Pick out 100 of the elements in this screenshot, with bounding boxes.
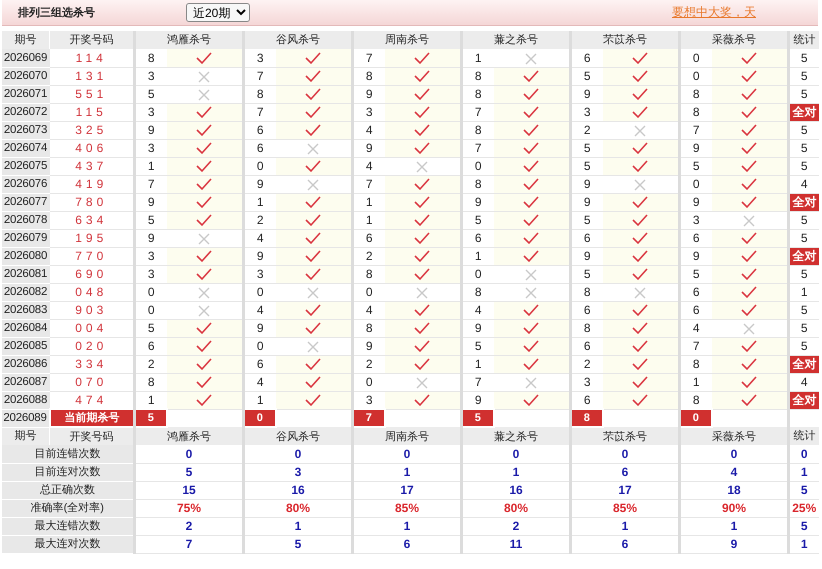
stat-value: 5: [788, 517, 818, 535]
row-label: 最大连错次数: [2, 517, 134, 535]
stat-cell: 4: [788, 373, 818, 391]
period-cell: 2026075: [2, 157, 50, 175]
stat-value: 25%: [788, 499, 818, 517]
stat-cell: 5: [788, 301, 818, 319]
draw-number-cell: 690: [50, 265, 134, 283]
stat-cell: 5: [788, 229, 818, 247]
stat-cell: 5: [788, 157, 818, 175]
page-title: 排列三组选杀号: [18, 6, 96, 20]
stat-value: 5: [134, 463, 244, 481]
period-cell: 2026087: [2, 373, 50, 391]
period-cell: 2026083: [2, 301, 50, 319]
row-label: 目前连对次数: [2, 463, 134, 481]
stat-value: 0: [134, 445, 244, 463]
stat-value: 1: [680, 517, 788, 535]
stat-value: 80%: [244, 499, 352, 517]
period-cell: 2026086: [2, 355, 50, 373]
current-kill-number: 0: [680, 409, 712, 427]
period-cell: 2026082: [2, 283, 50, 301]
stat-value: 1: [244, 517, 352, 535]
period-cell: 2026089: [2, 409, 50, 427]
row-label: 目前连错次数: [2, 445, 134, 463]
column-header: 周南杀号: [352, 31, 462, 49]
stat-value: 5: [788, 481, 818, 499]
draw-number-cell: 419: [50, 175, 134, 193]
period-cell: 2026085: [2, 337, 50, 355]
stat-value: 16: [462, 481, 570, 499]
current-kill-number: 0: [244, 409, 276, 427]
current-kill-number: 5: [462, 409, 494, 427]
row-label: 准确率(全对率): [2, 499, 134, 517]
draw-number-cell: 551: [50, 85, 134, 103]
stat-value: 17: [570, 481, 680, 499]
column-header: 统计: [788, 427, 818, 445]
period-cell: 2026084: [2, 319, 50, 337]
period-cell: 2026078: [2, 211, 50, 229]
draw-number-cell: 070: [50, 373, 134, 391]
period-cell: 2026071: [2, 85, 50, 103]
stat-value: 85%: [352, 499, 462, 517]
period-cell: 2026080: [2, 247, 50, 265]
stat-value: 18: [680, 481, 788, 499]
draw-number-cell: 770: [50, 247, 134, 265]
draw-number-cell: 334: [50, 355, 134, 373]
draw-number-cell: 780: [50, 193, 134, 211]
column-header: 开奖号码: [50, 427, 134, 445]
stat-value: 0: [462, 445, 570, 463]
period-cell: 2026076: [2, 175, 50, 193]
stat-value: 1: [352, 463, 462, 481]
column-header: 期号: [2, 31, 50, 49]
stat-value: 1: [788, 535, 818, 553]
period-cell: 2026079: [2, 229, 50, 247]
stat-value: 1: [462, 463, 570, 481]
stat-cell: 5: [788, 319, 818, 337]
column-header: 开奖号码: [50, 31, 134, 49]
stat-value: 0: [570, 445, 680, 463]
column-header: 蒹之杀号: [462, 31, 570, 49]
stat-value: 9: [680, 535, 788, 553]
stat-value: 7: [134, 535, 244, 553]
period-cell: 2026073: [2, 121, 50, 139]
draw-number-cell: 195: [50, 229, 134, 247]
draw-number-cell: 114: [50, 49, 134, 67]
stat-value: 0: [244, 445, 352, 463]
row-label: 最大连对次数: [2, 535, 134, 553]
stat-cell: 5: [788, 49, 818, 67]
period-cell: 2026077: [2, 193, 50, 211]
draw-number-cell: 131: [50, 67, 134, 85]
current-kill-label: 当前期杀号: [50, 409, 134, 427]
draw-number-cell: 903: [50, 301, 134, 319]
stat-value: 75%: [134, 499, 244, 517]
stat-value: 0: [680, 445, 788, 463]
all-correct-badge: 全对: [788, 193, 818, 211]
column-header: 采薇杀号: [680, 31, 788, 49]
stat-value: 0: [352, 445, 462, 463]
stat-cell: 4: [788, 175, 818, 193]
stat-value: 6: [570, 535, 680, 553]
stat-cell: 5: [788, 121, 818, 139]
stat-cell: 5: [788, 85, 818, 103]
draw-number-cell: 406: [50, 139, 134, 157]
stat-value: 5: [244, 535, 352, 553]
period-cell: 2026070: [2, 67, 50, 85]
all-correct-badge: 全对: [788, 103, 818, 121]
stat-value: 2: [134, 517, 244, 535]
current-kill-number: 5: [134, 409, 166, 427]
period-cell: 2026081: [2, 265, 50, 283]
stat-value: 17: [352, 481, 462, 499]
column-header: 统计: [788, 31, 818, 49]
stat-cell: 5: [788, 211, 818, 229]
stat-value: 4: [680, 463, 788, 481]
stat-cell: 5: [788, 265, 818, 283]
column-header: 采薇杀号: [680, 427, 788, 445]
all-correct-badge: 全对: [788, 247, 818, 265]
stat-value: 1: [788, 463, 818, 481]
period-select[interactable]: 近20期: [186, 3, 250, 22]
stat-cell: 5: [788, 139, 818, 157]
stat-cell: 5: [788, 67, 818, 85]
stat-value: 0: [788, 445, 818, 463]
stat-value: 1: [352, 517, 462, 535]
period-cell: 2026088: [2, 391, 50, 409]
stat-value: 6: [352, 535, 462, 553]
period-cell: 2026069: [2, 49, 50, 67]
